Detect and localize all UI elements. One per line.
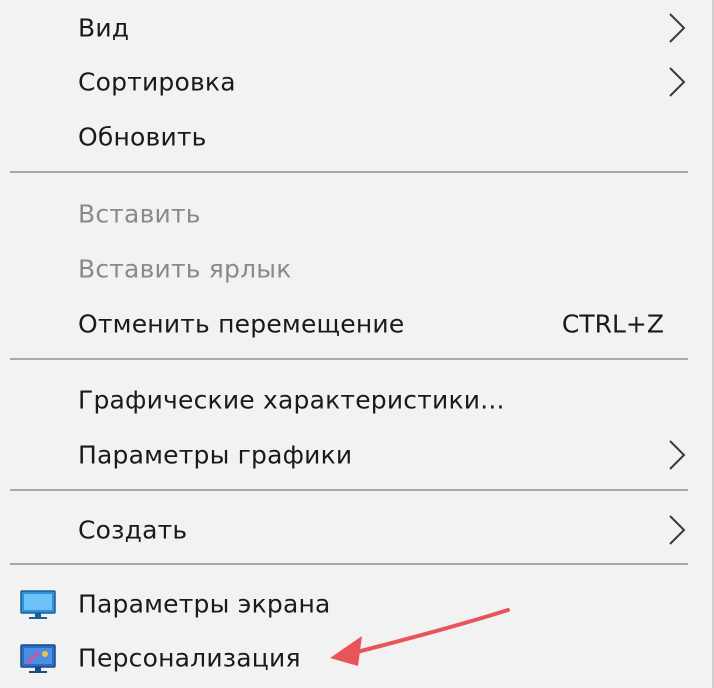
menu-item-new[interactable]: Создать [0,502,712,558]
menu-item-undo-move-label: Отменить перемещение [78,309,405,339]
menu-item-paste-shortcut: Вставить ярлык [0,241,712,297]
menu-item-graphics-options-label: Параметры графики [78,440,353,470]
menu-item-refresh-label: Обновить [78,122,207,152]
menu-item-undo-move[interactable]: Отменить перемещение CTRL+Z [0,296,712,352]
menu-item-paste-label: Вставить [78,199,201,229]
menu-item-view-label: Вид [78,13,130,43]
menu-item-graphics-options[interactable]: Параметры графики [0,427,712,483]
menu-separator [10,563,688,565]
menu-separator [10,358,688,360]
menu-separator [10,171,688,173]
menu-item-paste-shortcut-label: Вставить ярлык [78,254,292,284]
menu-item-graphics-properties-label: Графические характеристики... [78,385,505,415]
menu-item-personalization-label: Персонализация [78,643,301,673]
chevron-right-icon [669,67,686,97]
menu-item-new-label: Создать [78,515,188,545]
menu-item-view[interactable]: Вид [0,0,712,56]
desktop-context-menu: Вид Сортировка Обновить Вставить Вставит… [0,0,714,688]
chevron-right-icon [669,13,686,43]
menu-item-sort[interactable]: Сортировка [0,54,712,110]
personalization-icon [20,644,56,673]
menu-item-paste: Вставить [0,186,712,242]
menu-item-display-settings[interactable]: Параметры экрана [0,576,712,632]
menu-item-graphics-properties[interactable]: Графические характеристики... [0,372,712,428]
menu-item-display-settings-label: Параметры экрана [78,589,331,619]
menu-item-sort-label: Сортировка [78,67,236,97]
menu-item-refresh[interactable]: Обновить [0,109,712,165]
display-settings-icon [20,590,56,619]
chevron-right-icon [669,440,686,470]
menu-separator [10,489,688,491]
chevron-right-icon [669,515,686,545]
menu-item-personalization[interactable]: Персонализация [0,630,712,686]
shortcut-hint: CTRL+Z [561,309,664,339]
